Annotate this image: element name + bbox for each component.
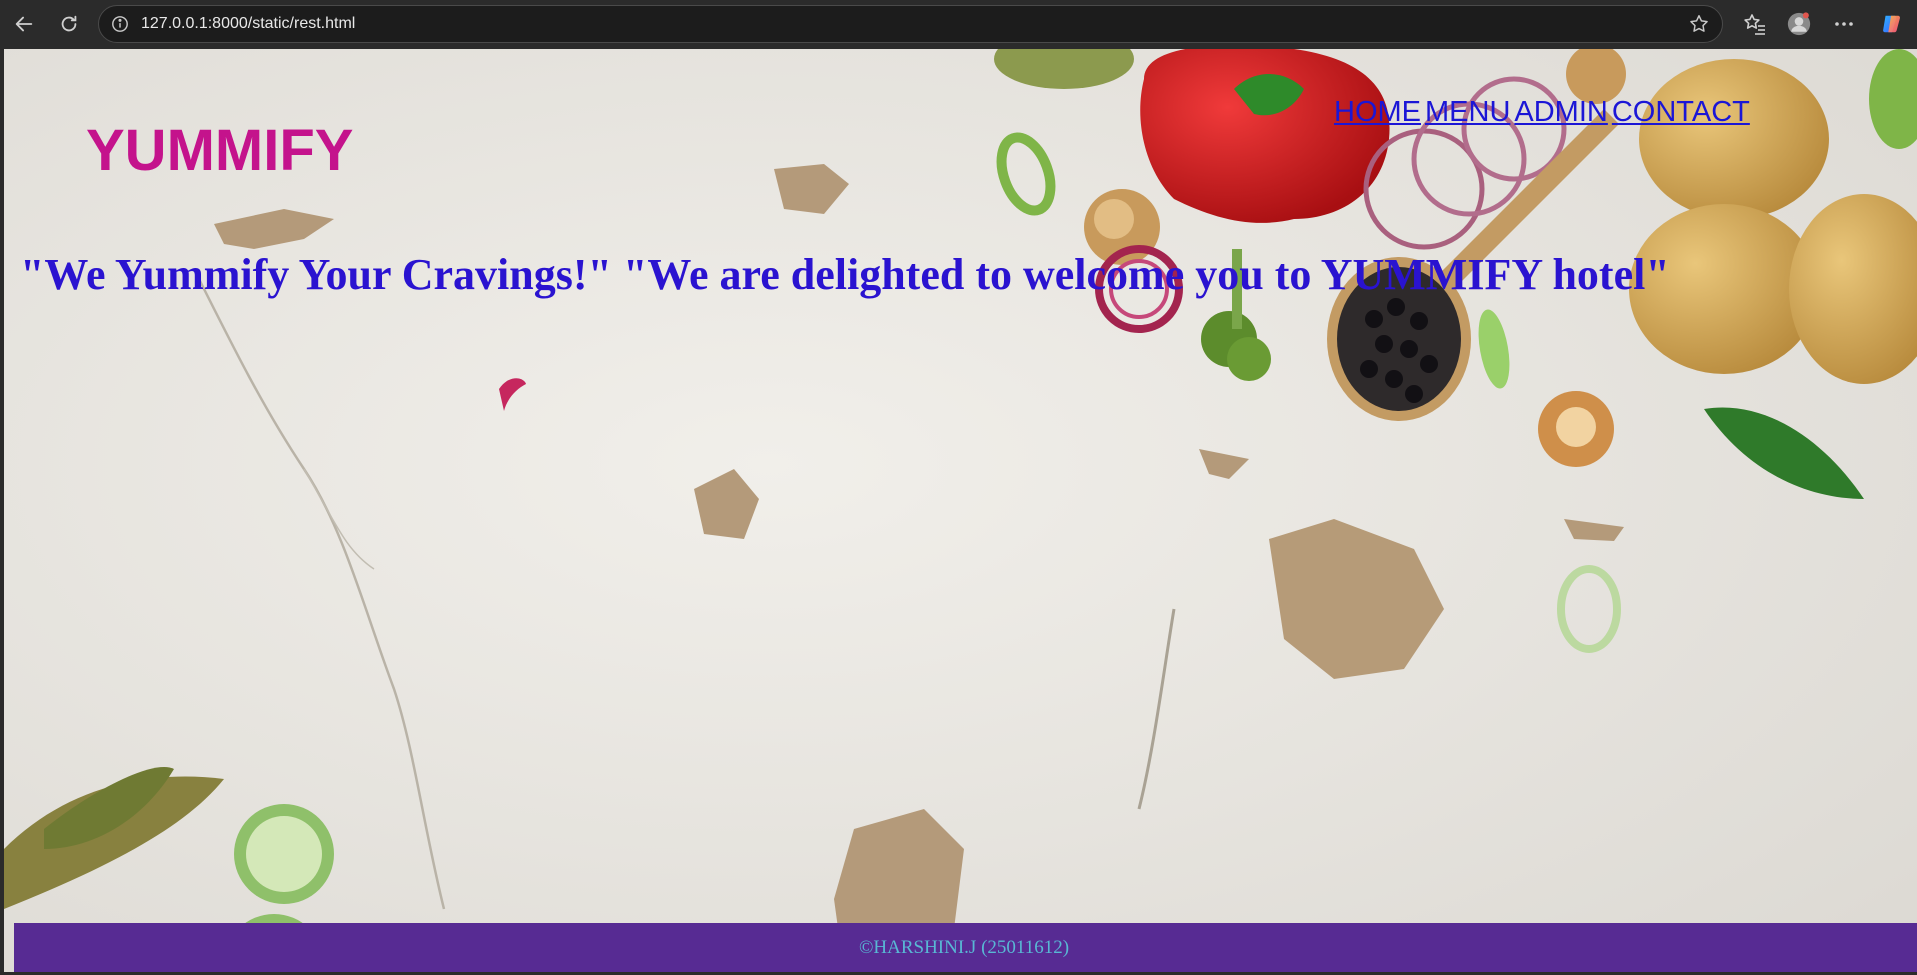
more-icon	[1835, 22, 1853, 26]
site-logo-title: YUMMIFY	[86, 118, 354, 183]
nav-link-menu[interactable]: MENU	[1425, 96, 1510, 128]
more-button[interactable]	[1829, 9, 1859, 39]
address-bar[interactable]: 127.0.0.1:8000/static/rest.html	[98, 5, 1723, 43]
back-button[interactable]	[10, 10, 38, 38]
browser-toolbar: 127.0.0.1:8000/static/rest.html	[0, 0, 1917, 49]
reload-icon	[61, 15, 77, 32]
favorites-button[interactable]	[1740, 9, 1770, 39]
nav-link-admin[interactable]: ADMIN	[1514, 96, 1607, 128]
nav-link-home[interactable]: HOME	[1334, 96, 1421, 128]
vegetables-background-image	[4, 49, 1917, 972]
page-viewport: YUMMIFY HOME MENU ADMIN CONTACT "We Yummify…	[4, 49, 1917, 972]
favorites-icon	[1744, 14, 1765, 35]
footer-copyright: ©HARSHINI.J (25011612)	[858, 936, 1070, 958]
hero-welcome-text: "We Yummify Your Cravings!" "We are deli…	[20, 250, 1670, 299]
copilot-button[interactable]	[1877, 9, 1907, 39]
back-arrow-icon	[15, 16, 33, 32]
copilot-icon	[1883, 15, 1900, 33]
profile-icon	[1787, 12, 1811, 36]
reload-button[interactable]	[55, 10, 83, 38]
nav-link-contact[interactable]: CONTACT	[1612, 96, 1750, 128]
url-text[interactable]: 127.0.0.1:8000/static/rest.html	[141, 6, 355, 42]
site-nav: HOME MENU ADMIN CONTACT	[1334, 96, 1754, 129]
profile-button[interactable]	[1784, 9, 1814, 39]
favorite-star-icon[interactable]	[1688, 13, 1710, 35]
site-footer: ©HARSHINI.J (25011612)	[14, 923, 1917, 972]
site-info-icon[interactable]	[111, 15, 129, 33]
